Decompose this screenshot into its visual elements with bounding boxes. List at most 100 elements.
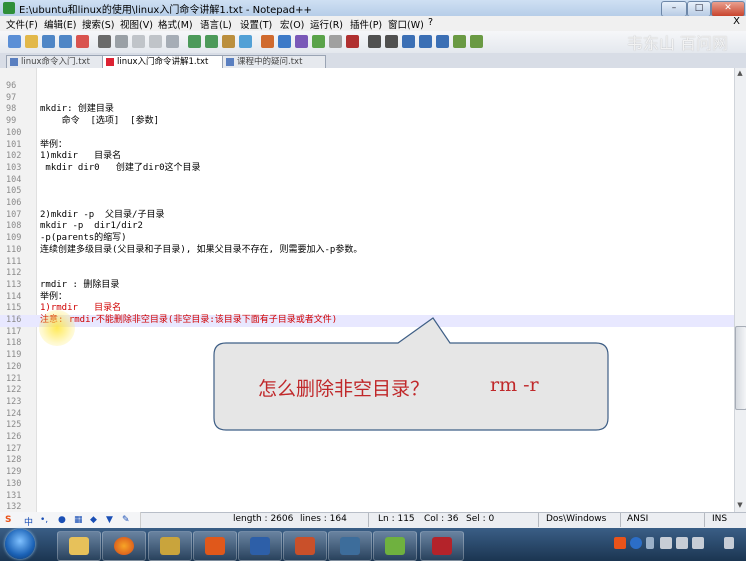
editor-line[interactable]: 114 举例： [0, 292, 734, 304]
toolbar-button-icon[interactable] [419, 35, 432, 48]
toolbar-button-icon[interactable] [59, 35, 72, 48]
ime-language-toggle[interactable]: 中 [24, 515, 33, 528]
editor-line[interactable]: 110 连续创建多级目录(父目录和子目录), 如果父目录不存在, 则需要加入-p参… [0, 245, 734, 257]
toolbar-button-icon[interactable] [98, 35, 111, 48]
menu-item[interactable]: 搜索(S) [82, 17, 114, 31]
editor-line[interactable]: 119 [0, 350, 734, 362]
toolbar-button-icon[interactable] [76, 35, 89, 48]
menu-item[interactable]: 插件(P) [350, 17, 382, 31]
toolbar-button-icon[interactable] [261, 35, 274, 48]
toolbar-button-icon[interactable] [385, 35, 398, 48]
show-desktop-button[interactable] [724, 537, 734, 549]
taskbar-powerpoint[interactable] [283, 531, 327, 561]
taskbar-firefox[interactable] [102, 531, 146, 561]
editor-line[interactable]: 101 举例： [0, 140, 734, 152]
toolbar-button-icon[interactable] [470, 35, 483, 48]
close-button[interactable]: ✕ [711, 1, 745, 17]
toolbar-button-icon[interactable] [295, 35, 308, 48]
menu-item[interactable]: 窗口(W) [388, 17, 424, 31]
editor-line[interactable]: 96 [0, 81, 734, 93]
editor-line[interactable]: 128 [0, 455, 734, 467]
toolbar-button-icon[interactable] [368, 35, 381, 48]
editor-line[interactable]: 131 [0, 491, 734, 503]
editor-line[interactable]: 112 [0, 268, 734, 280]
toolbar-button-icon[interactable] [278, 35, 291, 48]
taskbar-word[interactable] [238, 531, 282, 561]
taskbar-notepad-plus-plus[interactable] [373, 531, 417, 561]
tab-linux-commands-intro[interactable]: linux命令入门.txt [6, 55, 114, 68]
menu-item[interactable]: 运行(R) [310, 17, 343, 31]
editor-line[interactable]: 109 -p(parents的缩写) [0, 233, 734, 245]
menu-item[interactable]: 格式(M) [158, 17, 193, 31]
menu-item[interactable]: 文件(F) [6, 17, 38, 31]
taskbar-app-3[interactable] [148, 531, 192, 561]
toolbar-button-icon[interactable] [8, 35, 21, 48]
editor-line[interactable]: 120 [0, 362, 734, 374]
shirt-icon[interactable]: ▼ [106, 515, 113, 525]
network-icon[interactable] [676, 537, 688, 549]
taskbar-explorer[interactable] [57, 531, 101, 561]
editor-line[interactable]: 127 [0, 444, 734, 456]
toolbar-button-icon[interactable] [402, 35, 415, 48]
sogou-ime-icon[interactable]: S [5, 515, 11, 525]
taskbar-pdf[interactable] [193, 531, 237, 561]
volume-icon[interactable] [692, 537, 704, 549]
menu-item[interactable]: ? [428, 17, 433, 28]
tools-icon[interactable]: ✎ [122, 515, 130, 525]
editor-line[interactable]: 115 1)rmdir 目录名 [0, 303, 734, 315]
editor-line[interactable]: 105 [0, 186, 734, 198]
editor-line[interactable]: 111 [0, 257, 734, 269]
editor-line[interactable]: 125 [0, 420, 734, 432]
toolbar-button-icon[interactable] [346, 35, 359, 48]
menu-close-doc-button[interactable]: X [733, 16, 740, 27]
editor-line[interactable]: 98 mkdir: 创建目录 [0, 104, 734, 116]
maximize-button[interactable]: □ [687, 1, 711, 17]
toolbar-button-icon[interactable] [188, 35, 201, 48]
toolbar-button-icon[interactable] [25, 35, 38, 48]
menu-item[interactable]: 语言(L) [200, 17, 232, 31]
toolbar-button-icon[interactable] [239, 35, 252, 48]
editor-line[interactable]: 100 [0, 128, 734, 140]
sogou-tray-icon[interactable] [614, 537, 626, 549]
toolbar-button-icon[interactable] [115, 35, 128, 48]
editor-line[interactable]: 117 [0, 327, 734, 339]
minimize-button[interactable]: – [661, 1, 687, 17]
menu-item[interactable]: 宏(O) [280, 17, 304, 31]
tab-course-questions[interactable]: 课程中的疑问.txt [222, 55, 326, 68]
toolbar-button-icon[interactable] [329, 35, 342, 48]
toolbar-button-icon[interactable] [453, 35, 466, 48]
editor-line[interactable]: 113 rmdir : 删除目录 [0, 280, 734, 292]
microphone-icon[interactable]: ● [58, 515, 66, 525]
toolbar-button-icon[interactable] [166, 35, 179, 48]
tray-flag-icon[interactable] [660, 537, 672, 549]
editor-line[interactable]: 99 命令 [选项] [参数] [0, 116, 734, 128]
scrollbar-thumb[interactable] [735, 326, 746, 410]
editor-line[interactable]: 124 [0, 409, 734, 421]
editor-line[interactable]: 118 [0, 338, 734, 350]
toolbar-button-icon[interactable] [222, 35, 235, 48]
editor-line[interactable]: 102 1)mkdir 目录名 [0, 151, 734, 163]
start-button[interactable] [5, 529, 35, 559]
toolbar-button-icon[interactable] [149, 35, 162, 48]
editor-line[interactable]: 129 [0, 467, 734, 479]
toolbar-button-icon[interactable] [312, 35, 325, 48]
editor-line[interactable]: 106 [0, 198, 734, 210]
editor-line[interactable]: 104 [0, 175, 734, 187]
taskbar-terminal[interactable] [328, 531, 372, 561]
menu-item[interactable]: 视图(V) [120, 17, 153, 31]
editor-line[interactable]: 126 [0, 432, 734, 444]
skin-icon[interactable]: ◆ [90, 515, 97, 525]
scroll-down-arrow-icon[interactable]: ▼ [735, 501, 745, 511]
editor-line[interactable]: 108 mkdir -p dir1/dir2 [0, 221, 734, 233]
editor-line[interactable]: 97 [0, 93, 734, 105]
menu-item[interactable]: 设置(T) [240, 17, 272, 31]
toolbar-button-icon[interactable] [436, 35, 449, 48]
menu-item[interactable]: 编辑(E) [44, 17, 76, 31]
taskbar-app-9[interactable] [420, 531, 464, 561]
vertical-scrollbar[interactable] [734, 68, 746, 512]
tab-linux-commands-lecture[interactable]: linux入门命令讲解1.txt [102, 55, 234, 68]
editor-line[interactable]: 130 [0, 479, 734, 491]
tray-arrow-icon[interactable] [646, 537, 654, 549]
scroll-up-arrow-icon[interactable]: ▲ [735, 69, 745, 79]
editor-line[interactable]: 103 mkdir dir0 创建了dir0这个目录 [0, 163, 734, 175]
